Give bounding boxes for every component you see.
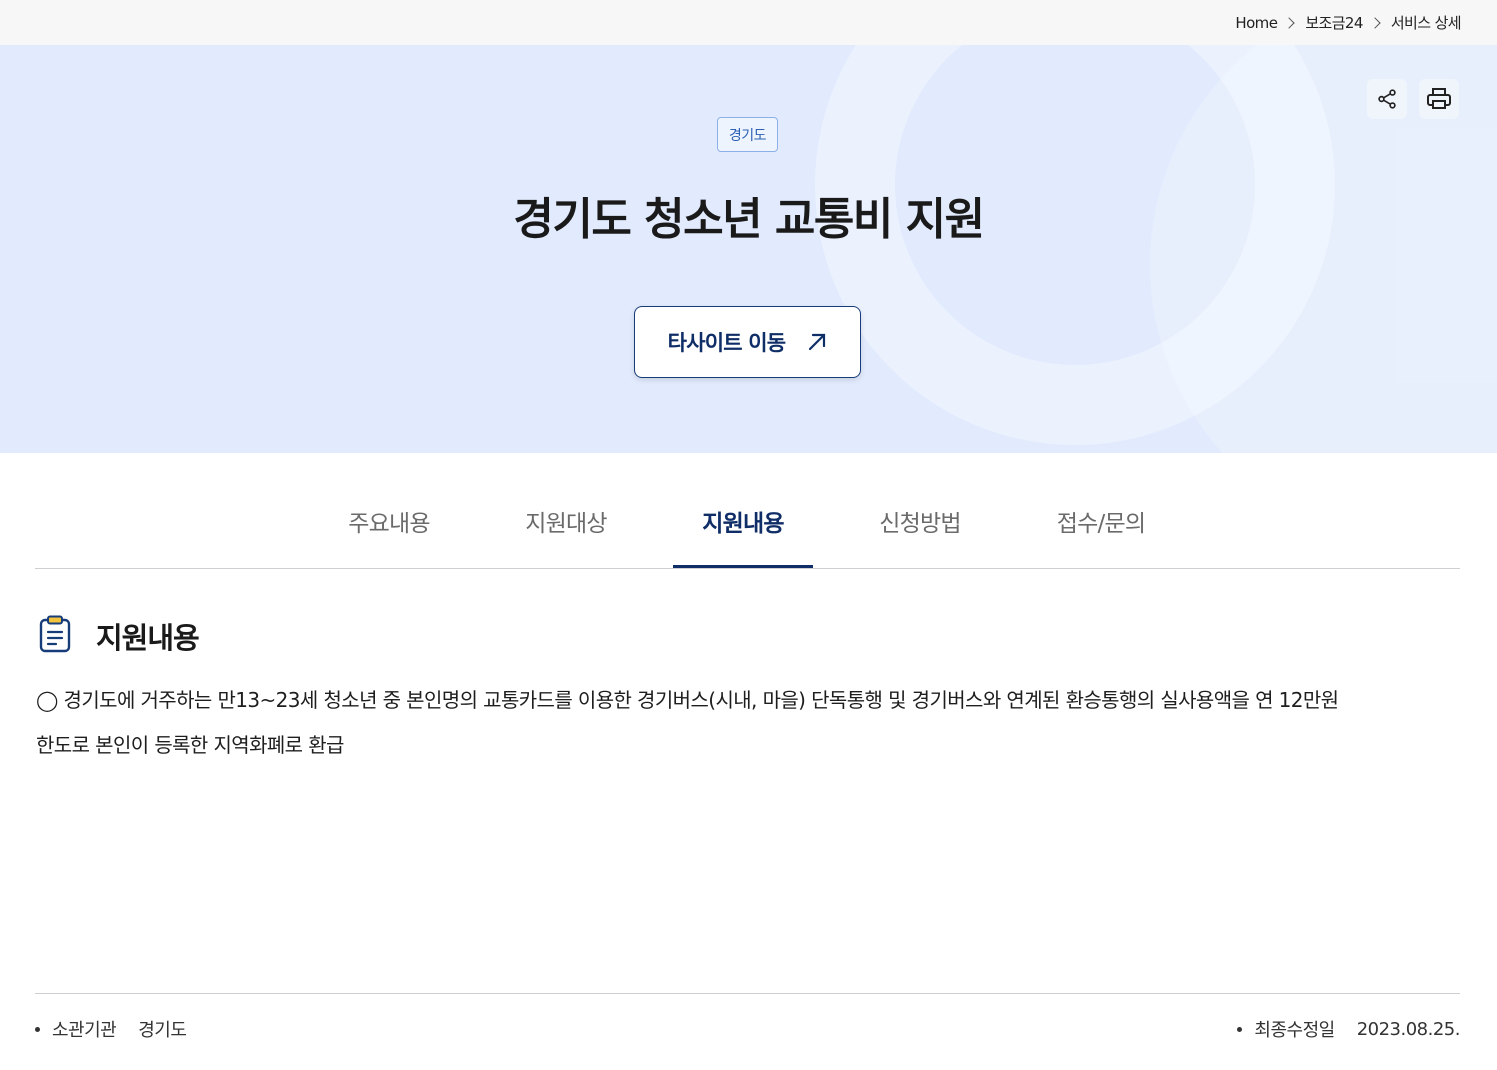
external-site-button[interactable]: 타사이트 이동	[634, 306, 861, 378]
footer-updated: 최종수정일 2023.08.25.	[1237, 1016, 1461, 1042]
bullet-icon	[35, 1026, 40, 1032]
breadcrumb: Home 보조금24 서비스 상세	[1235, 0, 1461, 45]
breadcrumb-home[interactable]: Home	[1235, 14, 1278, 32]
tab-main-content[interactable]: 주요내용	[323, 504, 455, 568]
print-icon	[1427, 88, 1451, 109]
agency-label: 소관기관	[52, 1020, 117, 1041]
tab-support-content[interactable]: 지원내용	[673, 504, 813, 568]
print-button[interactable]	[1419, 79, 1459, 119]
top-bar: Home 보조금24 서비스 상세	[0, 0, 1497, 45]
tab-eligibility[interactable]: 지원대상	[500, 504, 632, 568]
share-button[interactable]	[1367, 79, 1407, 119]
hero-banner: 경기도 경기도 청소년 교통비 지원 타사이트 이동	[0, 45, 1497, 453]
arrow-up-right-icon	[809, 333, 826, 351]
section-title: 지원내용	[96, 621, 200, 655]
content-tabs: 주요내용 지원대상 지원내용 신청방법 접수/문의	[35, 476, 1460, 569]
chevron-right-icon	[1369, 16, 1381, 29]
bullet-icon	[1237, 1026, 1243, 1032]
breadcrumb-service-detail: 서비스 상세	[1390, 14, 1462, 32]
tab-contact[interactable]: 접수/문의	[1031, 504, 1171, 568]
page-title: 경기도 청소년 교통비 지원	[513, 194, 985, 245]
clipboard-icon	[39, 615, 71, 653]
section-body: ◯ 경기도에 거주하는 만13~23세 청소년 중 본인명의 교통카드를 이용한…	[36, 678, 1461, 768]
agency-value: 경기도	[138, 1020, 187, 1041]
section-body-line: 한도로 본인이 등록한 지역화폐로 환급	[36, 733, 344, 757]
footer-agency: 소관기관 경기도	[35, 1016, 187, 1042]
region-badge: 경기도	[717, 117, 778, 152]
footer-divider	[35, 993, 1460, 994]
breadcrumb-subsidy24[interactable]: 보조금24	[1305, 12, 1363, 33]
section-body-line: ◯ 경기도에 거주하는 만13~23세 청소년 중 본인명의 교통카드를 이용한…	[36, 688, 1339, 712]
tab-how-to-apply[interactable]: 신청방법	[854, 504, 986, 568]
chevron-right-icon	[1283, 16, 1295, 29]
share-icon	[1378, 89, 1396, 109]
external-site-button-label: 타사이트 이동	[667, 331, 786, 355]
updated-label: 최종수정일	[1254, 1020, 1335, 1041]
updated-value: 2023.08.25.	[1356, 1018, 1461, 1040]
